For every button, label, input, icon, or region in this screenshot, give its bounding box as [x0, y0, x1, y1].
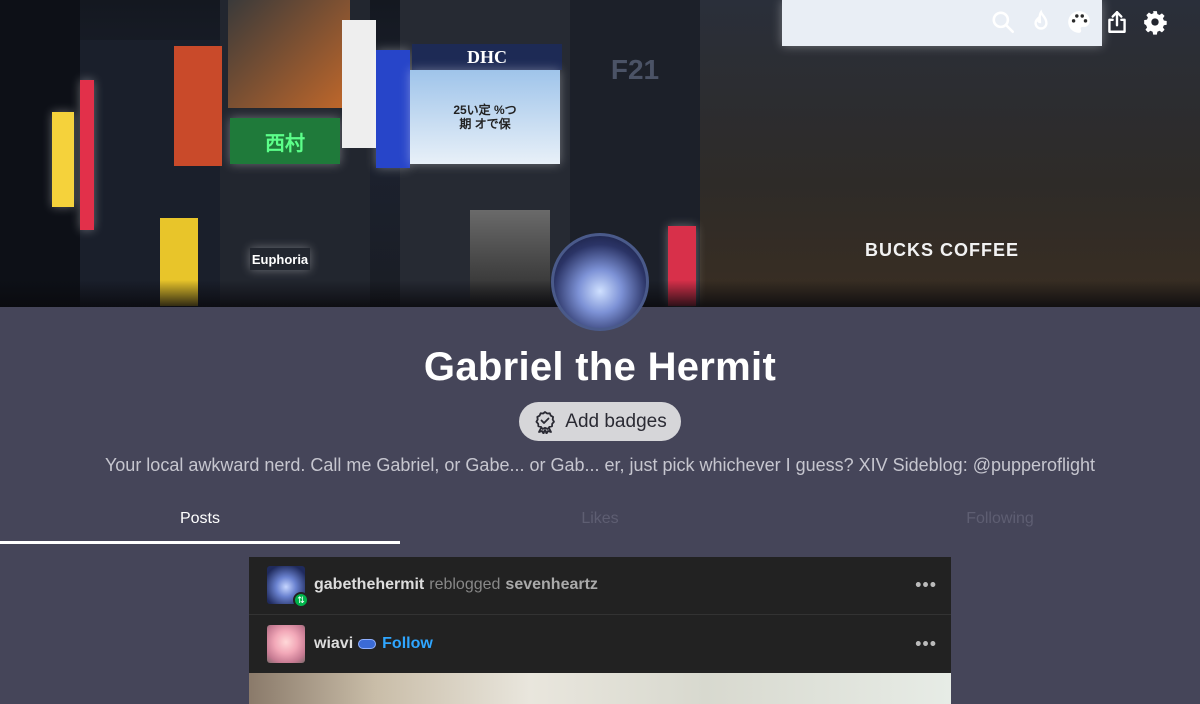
tab-posts[interactable]: Posts	[0, 500, 400, 544]
profile-bio: Your local awkward nerd. Call me Gabriel…	[104, 455, 1096, 475]
profile-tabs: Posts Likes Following	[0, 500, 1200, 544]
page-title: Gabriel the Hermit	[423, 345, 777, 389]
forever-sign: F21	[610, 54, 660, 85]
more-options-icon[interactable]: •••	[915, 575, 937, 596]
post-author-row: wiavi Follow •••	[249, 614, 951, 672]
share-button[interactable]	[1104, 8, 1130, 36]
post-card: ⇅ gabethehermit reblogged sevenheartz ••…	[249, 557, 951, 704]
avatar[interactable]	[551, 233, 649, 331]
neon-sign	[342, 20, 376, 148]
search-button[interactable]	[990, 8, 1016, 36]
euphoria-sign: Euphoria	[250, 248, 310, 270]
header-toolbar	[990, 8, 1168, 36]
coffee-sign: BUCKS COFFEE	[864, 239, 1019, 260]
badge-icon	[535, 410, 556, 434]
more-options-icon[interactable]: •••	[915, 633, 937, 654]
reblog-action-text: reblogged	[429, 576, 501, 593]
dhc-sign: DHC	[412, 44, 562, 70]
add-badges-label: Add badges	[565, 410, 667, 432]
follow-button[interactable]: Follow	[382, 635, 433, 653]
activity-button[interactable]	[1028, 8, 1054, 36]
neon-sign-store: 西村	[230, 118, 340, 164]
billboard	[228, 0, 350, 108]
add-badges-button[interactable]: Add badges	[519, 402, 681, 441]
palette-icon	[1068, 11, 1090, 33]
reblogger-username[interactable]: gabethehermit	[314, 576, 424, 594]
neon-sign	[376, 50, 410, 168]
neon-sign	[174, 46, 222, 166]
user-badge-icon	[358, 638, 377, 649]
search-icon	[992, 11, 1015, 34]
tab-following[interactable]: Following	[800, 500, 1200, 544]
neon-sign	[80, 80, 94, 230]
author-username[interactable]: wiavi	[314, 635, 353, 653]
reblogger-avatar[interactable]: ⇅	[267, 566, 309, 608]
neon-sign	[52, 112, 74, 207]
activity-icon	[1034, 9, 1048, 30]
post-image[interactable]	[249, 673, 951, 704]
settings-icon	[1144, 11, 1167, 35]
share-icon	[1108, 11, 1126, 33]
settings-button[interactable]	[1142, 8, 1168, 36]
reblog-header: ⇅ gabethehermit reblogged sevenheartz ••…	[249, 557, 951, 613]
reblog-source-username[interactable]: sevenheartz	[505, 576, 598, 594]
video-screen: 25い定 %つ期 オで保	[410, 70, 560, 164]
reblog-icon: ⇅	[293, 592, 309, 608]
author-avatar[interactable]	[267, 624, 305, 663]
palette-button[interactable]	[1066, 8, 1092, 36]
tab-likes[interactable]: Likes	[400, 500, 800, 544]
